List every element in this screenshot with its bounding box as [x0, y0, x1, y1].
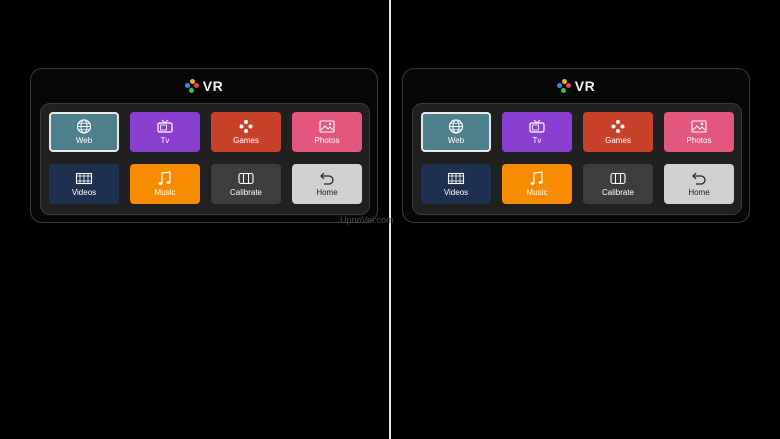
- film-icon: [447, 172, 465, 185]
- tile-music[interactable]: Music: [130, 164, 200, 204]
- image-icon: [691, 120, 707, 133]
- tile-label: Photos: [686, 136, 712, 145]
- tile-label: Music: [526, 188, 548, 197]
- tile-label: Games: [605, 136, 631, 145]
- app-grid: Web Tv Games Photos Videos Music Calibra…: [49, 112, 362, 204]
- tile-label: Tv: [160, 136, 170, 145]
- tile-label: Home: [688, 188, 710, 197]
- tile-label: Calibrate: [229, 188, 262, 197]
- tile-label: Games: [233, 136, 259, 145]
- tile-music[interactable]: Music: [502, 164, 572, 204]
- brand-title: VR: [202, 78, 224, 94]
- tile-videos[interactable]: Videos: [49, 164, 119, 204]
- app-launcher-panel: Web Tv Games Photos Videos Music Calibra…: [40, 103, 370, 215]
- vr-logo-icon: [556, 79, 571, 93]
- tile-label: Music: [154, 188, 176, 197]
- tile-tv[interactable]: Tv: [130, 112, 200, 152]
- calibrate-icon: [610, 172, 626, 185]
- tile-label: Tv: [532, 136, 542, 145]
- tile-label: Web: [447, 136, 465, 145]
- app-grid: Web Tv Games Photos Videos Music Calibra…: [421, 112, 734, 204]
- tile-label: Videos: [71, 188, 97, 197]
- music-note-icon: [530, 171, 543, 185]
- back-arrow-icon: [320, 172, 334, 185]
- tile-web[interactable]: Web: [421, 112, 491, 152]
- gamepad-icon: [239, 120, 253, 133]
- right-eye-view: VR Web Tv Games Photos Videos Music Cali…: [402, 68, 750, 223]
- tile-home[interactable]: Home: [292, 164, 362, 204]
- tile-tv[interactable]: Tv: [502, 112, 572, 152]
- tile-label: Web: [75, 136, 93, 145]
- tile-web[interactable]: Web: [49, 112, 119, 152]
- vr-logo-icon: [184, 79, 199, 93]
- tile-home[interactable]: Home: [664, 164, 734, 204]
- music-note-icon: [158, 171, 171, 185]
- film-icon: [75, 172, 93, 185]
- app-launcher-panel: Web Tv Games Photos Videos Music Calibra…: [412, 103, 742, 215]
- left-eye-view: VR Web Tv Games Photos Videos Music Cali…: [30, 68, 378, 223]
- gamepad-icon: [611, 120, 625, 133]
- tile-games[interactable]: Games: [583, 112, 653, 152]
- tile-label: Home: [316, 188, 338, 197]
- tile-calibrate[interactable]: Calibrate: [583, 164, 653, 204]
- brand-header: VR: [31, 77, 377, 95]
- brand-header: VR: [403, 77, 749, 95]
- back-arrow-icon: [692, 172, 706, 185]
- tile-calibrate[interactable]: Calibrate: [211, 164, 281, 204]
- globe-icon: [76, 119, 92, 134]
- tile-photos[interactable]: Photos: [664, 112, 734, 152]
- tile-videos[interactable]: Videos: [421, 164, 491, 204]
- tile-label: Calibrate: [601, 188, 634, 197]
- tile-games[interactable]: Games: [211, 112, 281, 152]
- tile-label: Videos: [443, 188, 469, 197]
- watermark: UpnoVel.com: [340, 215, 394, 225]
- tile-label: Photos: [314, 136, 340, 145]
- globe-icon: [448, 119, 464, 134]
- tile-photos[interactable]: Photos: [292, 112, 362, 152]
- tv-icon: [529, 119, 545, 133]
- tv-icon: [157, 119, 173, 133]
- brand-title: VR: [574, 78, 596, 94]
- calibrate-icon: [238, 172, 254, 185]
- image-icon: [319, 120, 335, 133]
